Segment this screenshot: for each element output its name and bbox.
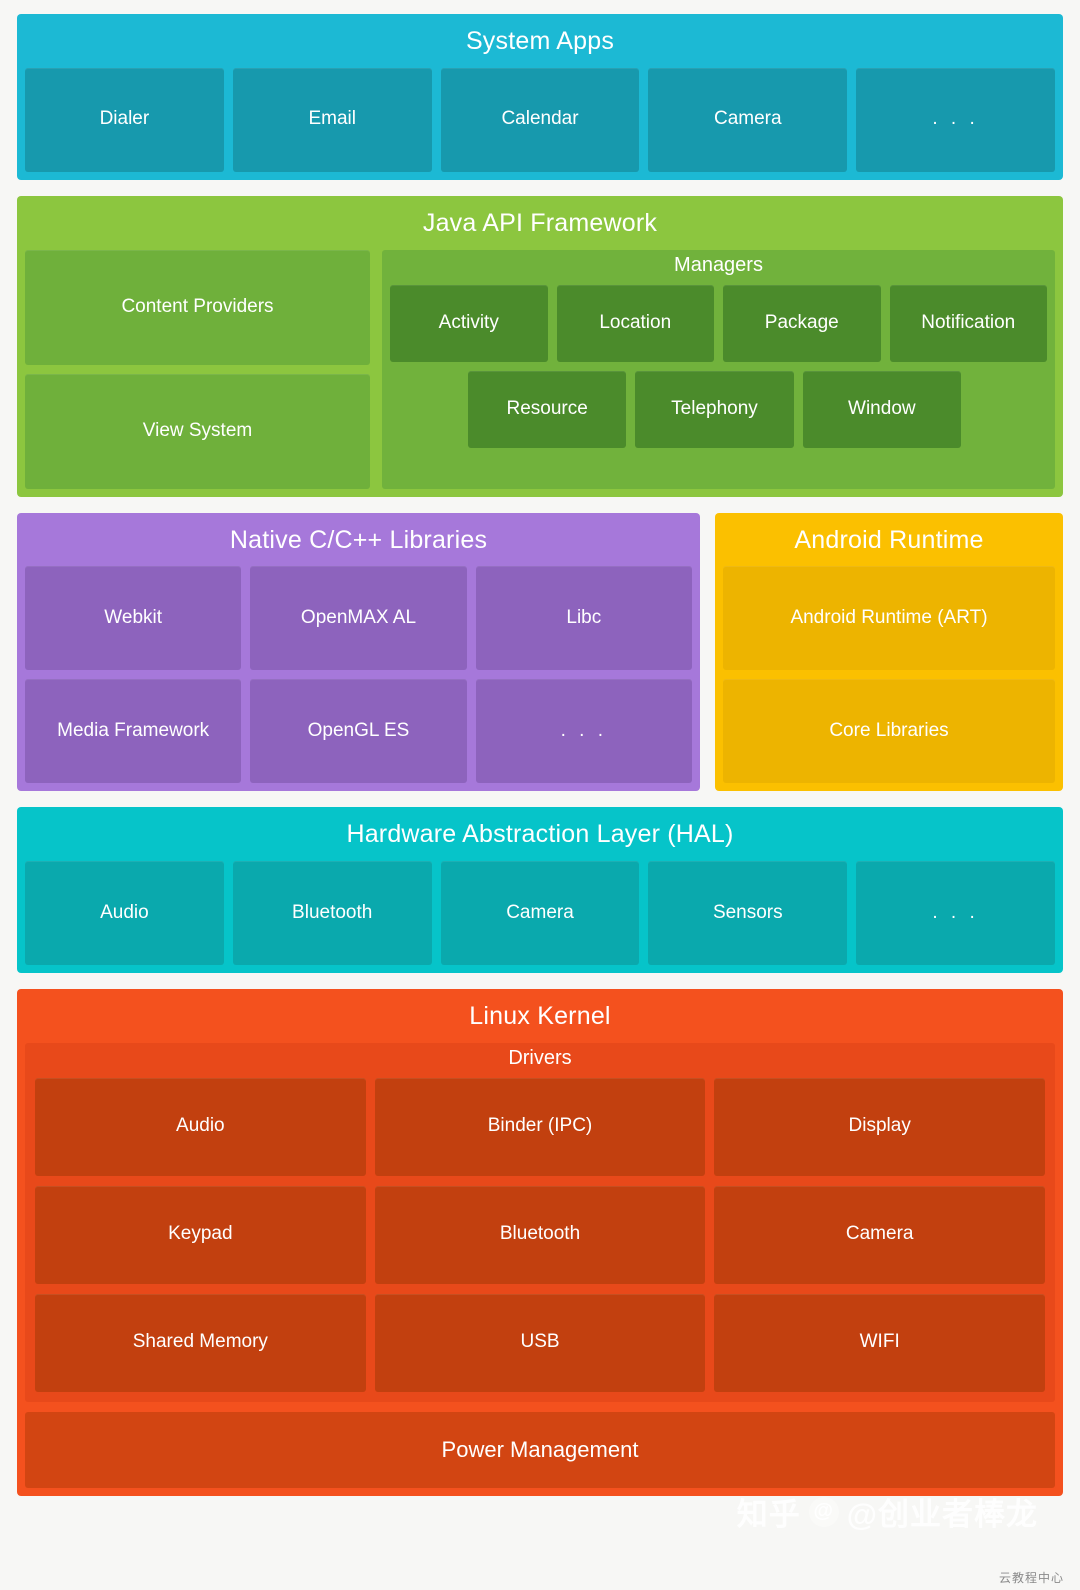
system-app-calendar[interactable]: Calendar: [440, 67, 640, 172]
framework-left-column: Content Providers View System: [25, 249, 370, 489]
zhihu-watermark-user: @创业者棒龙: [846, 1497, 1038, 1532]
native-lib-webkit[interactable]: Webkit: [25, 566, 242, 671]
native-lib-openmax-al[interactable]: OpenMAX AL: [250, 566, 467, 671]
layer-title-linux-kernel: Linux Kernel: [469, 1002, 611, 1030]
hal-bluetooth[interactable]: Bluetooth: [232, 861, 432, 965]
system-app-camera[interactable]: Camera: [648, 67, 848, 172]
system-app-more[interactable]: . . .: [856, 67, 1055, 172]
drivers-row-2: Keypad Bluetooth Camera: [35, 1185, 1046, 1284]
native-lib-media-framework[interactable]: Media Framework: [25, 679, 242, 784]
driver-binder-ipc[interactable]: Binder (IPC): [374, 1077, 706, 1176]
hal-sensors[interactable]: Sensors: [648, 861, 848, 965]
footer-watermark: 云教程中心: [998, 1571, 1064, 1585]
driver-keypad[interactable]: Keypad: [35, 1185, 366, 1284]
layer-title-android-runtime: Android Runtime: [794, 525, 984, 554]
android-runtime-body: Android Runtime (ART) Core Libraries: [723, 566, 1055, 784]
driver-shared-memory[interactable]: Shared Memory: [35, 1293, 366, 1392]
framework-content-providers[interactable]: Content Providers: [25, 249, 370, 365]
manager-resource[interactable]: Resource: [468, 370, 627, 448]
zhihu-watermark-site: 知乎: [736, 1497, 801, 1532]
hal-row: Audio Bluetooth Camera Sensors . . .: [25, 861, 1055, 965]
layer-hal: Hardware Abstraction Layer (HAL) Audio B…: [17, 807, 1063, 973]
runtime-core-libraries[interactable]: Core Libraries: [723, 679, 1055, 784]
driver-audio[interactable]: Audio: [35, 1077, 366, 1176]
at-sign-icon: @: [808, 1496, 839, 1527]
driver-camera[interactable]: Camera: [714, 1185, 1046, 1284]
managers-panel: Managers Activity Location Package Notif…: [382, 249, 1055, 489]
layer-linux-kernel: Linux Kernel Drivers Audio Binder (IPC) …: [17, 989, 1063, 1496]
runtime-art[interactable]: Android Runtime (ART): [723, 566, 1055, 671]
driver-usb[interactable]: USB: [374, 1293, 706, 1392]
middle-layer-group: Native C/C++ Libraries Webkit OpenMAX AL…: [17, 512, 1063, 792]
manager-window[interactable]: Window: [802, 370, 961, 448]
layer-android-runtime: Android Runtime Android Runtime (ART) Co…: [715, 512, 1063, 792]
layer-title-system-apps: System Apps: [465, 27, 615, 55]
manager-activity[interactable]: Activity: [390, 284, 548, 362]
manager-telephony[interactable]: Telephony: [635, 370, 794, 448]
drivers-row-3: Shared Memory USB WIFI: [35, 1293, 1046, 1392]
native-libraries-row-1: Webkit OpenMAX AL Libc: [25, 566, 692, 671]
managers-title: Managers: [674, 253, 763, 276]
system-apps-row: Dialer Email Calendar Camera . . .: [25, 67, 1055, 172]
managers-row-2: Resource Telephony Window: [390, 370, 1047, 448]
hal-camera[interactable]: Camera: [440, 861, 640, 965]
layer-java-api-framework: Java API Framework Content Providers Vie…: [17, 195, 1063, 497]
drivers-row-1: Audio Binder (IPC) Display: [35, 1077, 1046, 1176]
layer-title-native-libraries: Native C/C++ Libraries: [229, 525, 488, 554]
managers-row-1: Activity Location Package Notification: [390, 284, 1047, 362]
power-management-block[interactable]: Power Management: [25, 1411, 1055, 1488]
system-app-dialer[interactable]: Dialer: [25, 67, 224, 172]
hal-more[interactable]: . . .: [856, 861, 1055, 965]
zhihu-watermark: 知乎 @ @创业者棒龙: [737, 1489, 1038, 1534]
layer-native-libraries: Native C/C++ Libraries Webkit OpenMAX AL…: [17, 512, 700, 792]
driver-display[interactable]: Display: [714, 1077, 1046, 1176]
hal-audio[interactable]: Audio: [25, 861, 224, 965]
layer-title-hal: Hardware Abstraction Layer (HAL): [346, 820, 734, 849]
android-architecture-diagram: System Apps Dialer Email Calendar Camera…: [0, 0, 1080, 1590]
system-app-email[interactable]: Email: [232, 67, 432, 172]
manager-package[interactable]: Package: [723, 284, 881, 362]
manager-notification[interactable]: Notification: [889, 284, 1047, 362]
drivers-title: Drivers: [508, 1046, 572, 1069]
native-lib-more[interactable]: . . .: [475, 679, 692, 784]
manager-location[interactable]: Location: [556, 284, 714, 362]
driver-wifi[interactable]: WIFI: [714, 1293, 1046, 1392]
java-api-framework-body: Content Providers View System Managers A…: [25, 249, 1055, 489]
native-lib-libc[interactable]: Libc: [475, 566, 692, 671]
native-lib-opengl-es[interactable]: OpenGL ES: [250, 679, 467, 784]
drivers-panel: Drivers Audio Binder (IPC) Display Keypa…: [25, 1042, 1055, 1402]
layer-title-java-api-framework: Java API Framework: [422, 208, 658, 237]
layer-system-apps: System Apps Dialer Email Calendar Camera…: [17, 14, 1063, 180]
driver-bluetooth[interactable]: Bluetooth: [374, 1185, 706, 1284]
framework-view-system[interactable]: View System: [25, 373, 370, 489]
native-libraries-row-2: Media Framework OpenGL ES . . .: [25, 679, 692, 784]
